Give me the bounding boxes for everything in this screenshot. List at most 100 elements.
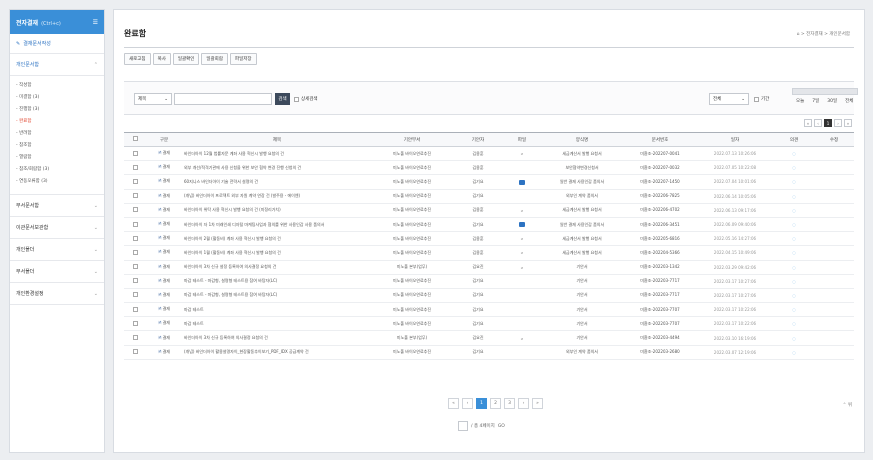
table-row[interactable]: 🗎 결재 마감 테스트 - 마감형, 설명형 테스트용 참여 바탕자(LC) 미노풀… [124, 288, 854, 304]
search-input[interactable] [174, 93, 272, 105]
row-file[interactable] [504, 189, 540, 204]
row-file[interactable] [504, 274, 540, 289]
search-button[interactable]: 검색 [275, 93, 290, 105]
col-title[interactable]: 제목 [182, 132, 372, 147]
page-2[interactable]: 2 [490, 398, 501, 409]
row-file[interactable] [504, 302, 540, 318]
sidebar-item-pending[interactable]: - 미결함 (3) [16, 92, 104, 104]
row-opinion[interactable]: ◌ [774, 345, 814, 360]
table-row[interactable]: 🗎 결재 마감 테스트 - 마감형, 설명형 테스트용 참여 바탕자(LC) 미노풀… [124, 274, 854, 289]
col-dept[interactable]: 기안부서 [372, 132, 452, 147]
batch-confirm-button[interactable]: 일괄확인 [172, 53, 200, 65]
row-title[interactable]: 마감 테스트 [182, 316, 372, 332]
row-checkbox[interactable] [124, 330, 146, 346]
period-checkbox[interactable] [754, 96, 759, 102]
sidebar-item-reference[interactable]: - 참조함 [16, 140, 104, 152]
batch-circulate-button[interactable]: 일괄회람 [201, 53, 228, 65]
row-title[interactable]: 마감 테스트 [182, 302, 372, 318]
row-title[interactable]: (개념) 바인더아이 활용설명자이_현장활동추이보기_PDF_IDX 공급계약 … [182, 345, 372, 360]
date-range-field[interactable] [792, 88, 858, 95]
table-row[interactable]: 🗎 결재 바인더아이 자 1차 미래인쇄 디자털 마케팅사업과 협의를 위한 사용… [124, 217, 854, 233]
row-file[interactable]: ⌀ [504, 203, 540, 218]
detail-search-toggle[interactable]: 상세검색 [294, 96, 318, 102]
attachment-icon[interactable]: ⌀ [521, 236, 523, 241]
sidebar-section-archive[interactable]: 이관문서보관함 ⌄ [10, 217, 104, 239]
view-icon[interactable]: ◌ [792, 208, 796, 213]
mail-icon[interactable] [519, 179, 525, 185]
page-prev[interactable]: ‹ [462, 398, 473, 409]
sidebar-section-department-folder[interactable]: 부서폴더 ⌄ [10, 261, 104, 283]
row-checkbox[interactable] [124, 345, 146, 360]
row-file[interactable] [504, 345, 540, 360]
page-3[interactable]: 3 [504, 398, 515, 409]
page-first[interactable]: « [448, 398, 459, 409]
sidebar-item-in-progress[interactable]: - 진행함 (3) [16, 104, 104, 116]
row-opinion[interactable]: ◌ [774, 288, 814, 304]
sidebar-section-settings[interactable]: 개인환경설정 ⌄ [10, 283, 104, 305]
table-row[interactable]: 🗎 결재 바인더아이 위탁 사용 혁신시 발행 요청의 건 (미정리가치) 미노풀 … [124, 203, 854, 218]
row-checkbox[interactable] [124, 288, 146, 304]
sidebar-item-draft[interactable]: - 작성함 [16, 80, 104, 92]
attachment-icon[interactable]: ⌀ [521, 265, 523, 270]
row-title[interactable]: 바인더아이 자 1차 미래인쇄 디자털 마케팅사업과 협의를 위한 사용인감 사… [182, 217, 372, 233]
table-row[interactable]: 🗎 결재 외부 개선/적격기관에 사용 신청을 위한 보안 협약 변경 진행 신청… [124, 160, 854, 176]
table-row[interactable]: 🗎 결재 (개념) 바인더아이 프로젝트 외부 자원 계약 연장 건 (발주용 -… [124, 189, 854, 204]
row-checkbox[interactable] [124, 203, 146, 218]
row-opinion[interactable]: ◌ [774, 274, 814, 289]
col-file[interactable]: 파일 [504, 132, 540, 147]
row-opinion[interactable]: ◌ [774, 302, 814, 318]
row-checkbox[interactable] [124, 231, 146, 247]
sidebar-item-rejected[interactable]: - 반려함 [16, 128, 104, 140]
row-title[interactable]: 외부 개선/적격기관에 사용 신청을 위한 보안 협약 변경 진행 신청의 건 [182, 160, 372, 176]
period-toggle[interactable]: 기간 [754, 96, 769, 102]
attachment-icon[interactable]: ⌀ [521, 151, 523, 156]
quick-30days[interactable]: 30일 [827, 98, 837, 104]
quick-today[interactable]: 오늘 [796, 98, 804, 104]
scroll-top-link[interactable]: ⌃ 위 [843, 402, 852, 408]
period-select[interactable]: 전체 ⌄ [709, 93, 749, 105]
sidebar-item-read[interactable]: - 열람함 [16, 152, 104, 164]
row-file[interactable] [504, 160, 540, 176]
row-opinion[interactable]: ◌ [774, 189, 814, 204]
sidebar-section-personal[interactable]: 개인문서함 ⌃ [10, 54, 104, 76]
table-row[interactable]: 🗎 결재 바인더아이 12월 법률자문 계좌 사용 혁신시 발행 요청의 건 미노풀… [124, 146, 854, 162]
table-row[interactable]: 🗎 결재 바인더아이 3차 신규 등록하여 의사결정 요청의 건 미노풀 본부(업무… [124, 330, 854, 346]
row-title[interactable]: 바인더아이 12월 법률자문 계좌 사용 혁신시 발행 요청의 건 [182, 146, 372, 162]
col-opinion[interactable]: 의견 [774, 132, 814, 147]
row-file[interactable] [504, 174, 540, 190]
page-next[interactable]: › [518, 398, 529, 409]
copy-button[interactable]: 복사 [152, 53, 171, 65]
view-icon[interactable]: ◌ [792, 250, 796, 255]
row-opinion[interactable]: ◌ [774, 217, 814, 233]
row-file[interactable]: ⌀ [504, 146, 540, 162]
row-file[interactable]: ⌀ [504, 330, 540, 346]
row-opinion[interactable]: ◌ [774, 203, 814, 218]
row-opinion[interactable]: ◌ [774, 260, 814, 275]
row-file[interactable]: ⌀ [504, 245, 540, 261]
row-checkbox[interactable] [124, 189, 146, 204]
view-icon[interactable]: ◌ [792, 194, 796, 199]
row-checkbox[interactable] [124, 316, 146, 332]
table-row[interactable]: 🗎 결재 60지니스 바인더아이 기술 전략서 설명의 건 미노풀 바이오연료추진 김… [124, 174, 854, 190]
view-icon[interactable]: ◌ [792, 165, 796, 170]
row-opinion[interactable]: ◌ [774, 316, 814, 332]
row-opinion[interactable]: ◌ [774, 146, 814, 162]
mini-next[interactable]: › [834, 119, 842, 127]
view-icon[interactable]: ◌ [792, 321, 796, 326]
page-1[interactable]: 1 [476, 398, 487, 409]
page-number-input[interactable] [458, 421, 468, 431]
view-icon[interactable]: ◌ [792, 293, 796, 298]
table-row[interactable]: 🗎 결재 (개념) 바인더아이 활용설명자이_현장활동추이보기_PDF_IDX 공… [124, 345, 854, 360]
view-icon[interactable]: ◌ [792, 179, 796, 184]
sidebar-item-circulation[interactable]: - 참조/회람함 (3) [16, 164, 104, 176]
row-checkbox[interactable] [124, 174, 146, 190]
col-date[interactable]: 일자 [696, 132, 774, 147]
row-checkbox[interactable] [124, 302, 146, 318]
row-opinion[interactable]: ◌ [774, 245, 814, 261]
row-title[interactable]: 바인더아이 2월 (활동비) 계좌 사용 혁신시 발행 요청의 건 [182, 231, 372, 247]
mini-first[interactable]: « [804, 119, 812, 127]
sidebar-section-department[interactable]: 부서문서함 ⌄ [10, 195, 104, 217]
row-title[interactable]: 60지니스 바인더아이 기술 전략서 설명의 건 [182, 174, 372, 190]
row-opinion[interactable]: ◌ [774, 231, 814, 247]
view-icon[interactable]: ◌ [792, 151, 796, 156]
